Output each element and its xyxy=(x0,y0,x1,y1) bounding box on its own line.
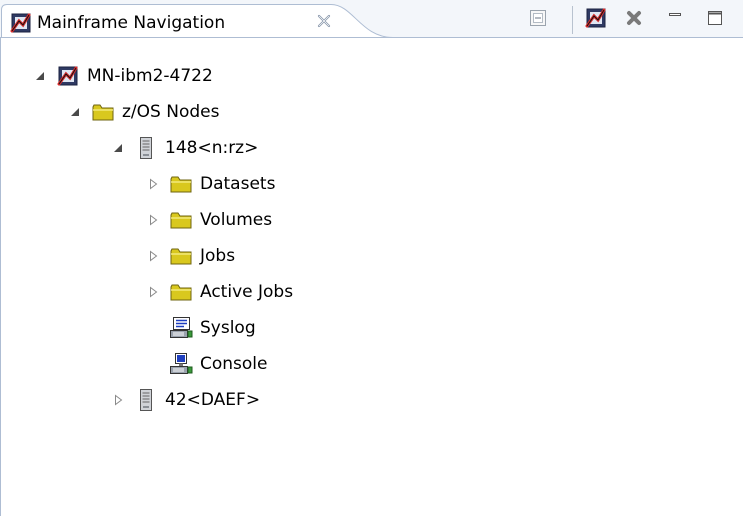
expanded-arrow-icon[interactable] xyxy=(109,139,127,157)
navigation-tree: MN-ibm2-4722 z/OS Nodes 148<n:rz> Datase… xyxy=(0,38,743,516)
folder-icon xyxy=(168,280,194,304)
server-icon xyxy=(133,388,159,412)
folder-icon xyxy=(168,208,194,232)
toolbar-separator xyxy=(572,6,573,34)
tree-item-label: Active Jobs xyxy=(200,282,294,302)
tree-item-zos-nodes[interactable]: z/OS Nodes xyxy=(66,95,219,129)
mainframe-connection-icon xyxy=(584,7,608,34)
tab-title: Mainframe Navigation xyxy=(37,13,226,33)
tree-item-active-jobs[interactable]: Active Jobs xyxy=(144,275,293,309)
collapse-all-button[interactable] xyxy=(525,8,551,32)
tree-item-volumes[interactable]: Volumes xyxy=(144,203,272,237)
tree-item-label: Volumes xyxy=(200,210,273,230)
tree-item-label: Syslog xyxy=(200,318,256,338)
mainframe-connection-icon xyxy=(9,12,33,34)
tree-item-label: z/OS Nodes xyxy=(122,102,220,122)
maximize-button[interactable] xyxy=(702,8,728,32)
tree-item-node-42[interactable]: 42<DAEF> xyxy=(109,383,260,417)
mainframe-connection-icon xyxy=(55,64,81,88)
delete-button[interactable] xyxy=(621,8,647,32)
syslog-icon xyxy=(168,316,194,340)
tree-item-node-148[interactable]: 148<n:rz> xyxy=(109,131,258,165)
collapsed-arrow-icon[interactable] xyxy=(144,247,162,265)
expanded-arrow-icon[interactable] xyxy=(66,103,84,121)
tree-item-label: 148<n:rz> xyxy=(165,138,259,158)
minimize-button[interactable] xyxy=(662,8,688,32)
new-connection-button[interactable] xyxy=(583,8,609,32)
tab-mainframe-navigation[interactable]: Mainframe Navigation xyxy=(1,4,393,38)
tree-item-console[interactable]: Console xyxy=(168,347,268,381)
console-icon xyxy=(168,352,194,376)
tree-item-datasets[interactable]: Datasets xyxy=(144,167,275,201)
tree-item-root[interactable]: MN-ibm2-4722 xyxy=(31,59,213,93)
tree-item-label: 42<DAEF> xyxy=(165,390,261,410)
tree-item-jobs[interactable]: Jobs xyxy=(144,239,235,273)
folder-icon xyxy=(168,244,194,268)
folder-icon xyxy=(90,100,116,124)
tree-item-label: Jobs xyxy=(200,246,236,266)
minimize-icon xyxy=(666,9,684,32)
tree-item-label: Console xyxy=(200,354,268,374)
tree-item-syslog[interactable]: Syslog xyxy=(168,311,256,345)
collapsed-arrow-icon[interactable] xyxy=(144,283,162,301)
tree-item-label: Datasets xyxy=(200,174,276,194)
collapsed-arrow-icon[interactable] xyxy=(144,211,162,229)
view-header: Mainframe Navigation xyxy=(0,0,743,38)
collapsed-arrow-icon[interactable] xyxy=(144,175,162,193)
server-icon xyxy=(133,136,159,160)
collapse-all-icon xyxy=(528,8,548,33)
maximize-icon xyxy=(706,9,724,32)
collapsed-arrow-icon[interactable] xyxy=(109,391,127,409)
close-icon[interactable] xyxy=(315,12,333,30)
expanded-arrow-icon[interactable] xyxy=(31,67,49,85)
delete-icon xyxy=(624,8,644,33)
tree-item-label: MN-ibm2-4722 xyxy=(87,66,213,86)
folder-icon xyxy=(168,172,194,196)
